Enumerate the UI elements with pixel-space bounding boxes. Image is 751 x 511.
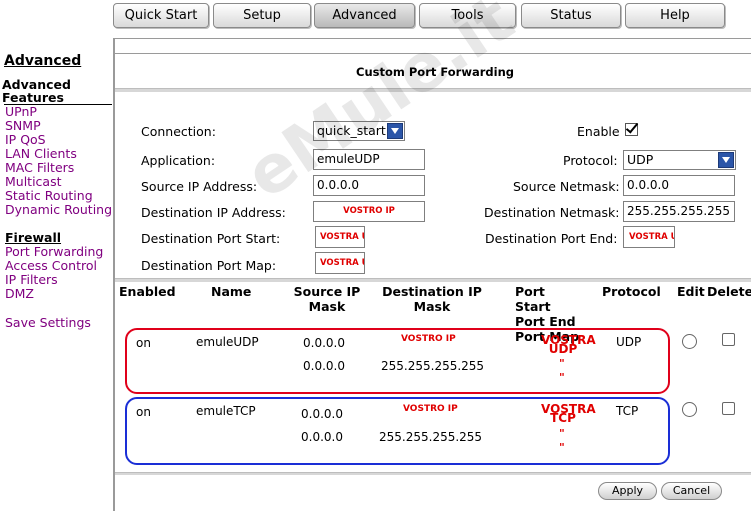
sidebar-item-dmz[interactable]: DMZ — [5, 287, 34, 301]
row2-source-ip: 0.0.0.0 — [301, 407, 343, 421]
protocol-label: Protocol: — [563, 153, 618, 168]
header-protocol: Protocol — [602, 284, 661, 299]
application-label: Application: — [141, 153, 216, 168]
sidebar-item-access-control[interactable]: Access Control — [5, 259, 97, 273]
header-delete: Delete — [707, 284, 751, 299]
row1-source-mask: 0.0.0.0 — [303, 359, 345, 373]
tab-quick-start[interactable]: Quick Start — [113, 3, 209, 28]
sidebar-item-static-routing[interactable]: Static Routing — [5, 189, 93, 203]
footer-rule — [115, 472, 751, 475]
sidebar-item-ip-filters[interactable]: IP Filters — [5, 273, 58, 287]
dest-port-end-input[interactable]: VOSTRA UDP — [623, 226, 675, 248]
dest-ip-annotation: VOSTRO IP — [343, 206, 395, 216]
row1-delete-checkbox[interactable] — [722, 333, 735, 346]
tab-advanced[interactable]: Advanced — [314, 3, 415, 28]
apply-button[interactable]: Apply — [598, 482, 657, 500]
dest-netmask-label: Destination Netmask: — [484, 205, 620, 220]
row2-dest-mask: 255.255.255.255 — [379, 430, 483, 444]
dest-port-start-input[interactable]: VOSTRA UDP — [315, 226, 365, 248]
row1-port-map: " — [559, 371, 565, 384]
sidebar-item-snmp[interactable]: SNMP — [5, 119, 41, 133]
header-edit: Edit — [677, 284, 705, 299]
sidebar-item-lan-clients[interactable]: LAN Clients — [5, 147, 77, 161]
dest-port-map-label: Destination Port Map: — [141, 258, 277, 273]
dest-port-map-input[interactable]: VOSTRA UDP — [315, 252, 365, 274]
row2-port: VOSTRA TCP — [541, 402, 596, 425]
tab-help[interactable]: Help — [625, 3, 725, 28]
row2-port-end: " — [559, 427, 565, 440]
dest-port-end-label: Destination Port End: — [485, 231, 618, 246]
dest-ip-label: Destination IP Address: — [141, 205, 286, 220]
row2-delete-checkbox[interactable] — [722, 402, 735, 415]
row1-port: VOSTRA UDP — [541, 333, 596, 356]
source-ip-input[interactable]: 0.0.0.0 — [313, 175, 425, 196]
row1-enabled: on — [136, 336, 151, 350]
row2-enabled: on — [136, 405, 151, 419]
tab-status[interactable]: Status — [521, 3, 621, 28]
protocol-select[interactable]: UDP — [623, 150, 736, 170]
enable-label: Enable — [577, 124, 620, 139]
sidebar-item-port-forwarding[interactable]: Port Forwarding — [5, 245, 103, 259]
section-advanced-features: Advanced Features — [2, 77, 71, 105]
dest-port-end-annotation: VOSTRA UDP — [629, 231, 674, 242]
top-tab-bar: Quick Start Setup Advanced Tools Status … — [0, 0, 751, 32]
dest-ip-input[interactable]: VOSTRO IP — [313, 201, 425, 222]
source-netmask-label: Source Netmask: — [513, 179, 620, 194]
row1-source-ip: 0.0.0.0 — [303, 336, 345, 350]
header-destination: Destination IP Mask — [382, 284, 482, 314]
row1-dest-mask: 255.255.255.255 — [381, 359, 485, 373]
row2-source-mask: 0.0.0.0 — [301, 430, 343, 444]
row1-protocol: UDP — [616, 335, 642, 349]
row2-edit-radio[interactable] — [682, 402, 697, 417]
sidebar-item-dynamic-routing[interactable]: Dynamic Routing — [5, 203, 112, 217]
sidebar-item-multicast[interactable]: Multicast — [5, 175, 62, 189]
sidebar-item-mac-filters[interactable]: MAC Filters — [5, 161, 74, 175]
connection-label: Connection: — [141, 124, 216, 139]
dest-port-start-annotation: VOSTRA UDP — [320, 231, 364, 242]
cancel-button[interactable]: Cancel — [661, 482, 722, 500]
header-source: Source IP Mask — [293, 284, 361, 314]
row2-name: emuleTCP — [196, 404, 256, 418]
row2-port-map: " — [559, 441, 565, 454]
table-rule — [115, 278, 751, 282]
sidebar-title: Advanced — [4, 53, 82, 69]
row2-protocol: TCP — [616, 404, 639, 418]
main-panel: Custom Port Forwarding Connection: quick… — [113, 38, 751, 511]
tab-setup[interactable]: Setup — [213, 3, 311, 28]
row1-edit-radio[interactable] — [682, 334, 697, 349]
enable-checkbox[interactable] — [625, 123, 638, 136]
header-name: Name — [211, 284, 252, 299]
row1-port-end: " — [559, 357, 565, 370]
row1-name: emuleUDP — [196, 335, 259, 349]
row1-dest-ip: VOSTRO IP — [401, 334, 456, 344]
sidebar-item-ip-qos[interactable]: IP QoS — [5, 133, 46, 147]
protocol-value: UDP — [627, 152, 654, 167]
sidebar: Advanced Advanced Features UPnP SNMP IP … — [0, 40, 114, 511]
dest-port-start-label: Destination Port Start: — [141, 231, 281, 246]
dest-port-map-annotation: VOSTRA UDP — [320, 257, 364, 268]
sidebar-item-save-settings[interactable]: Save Settings — [5, 316, 91, 330]
chevron-down-icon[interactable] — [718, 152, 734, 168]
source-netmask-input[interactable]: 0.0.0.0 — [623, 175, 735, 196]
sidebar-item-upnp[interactable]: UPnP — [5, 105, 37, 119]
row2-dest-ip: VOSTRO IP — [403, 404, 458, 414]
section-firewall: Firewall — [5, 230, 62, 245]
source-ip-label: Source IP Address: — [141, 179, 258, 194]
header-enabled: Enabled — [119, 284, 176, 299]
dest-netmask-input[interactable]: 255.255.255.255 — [623, 201, 735, 222]
